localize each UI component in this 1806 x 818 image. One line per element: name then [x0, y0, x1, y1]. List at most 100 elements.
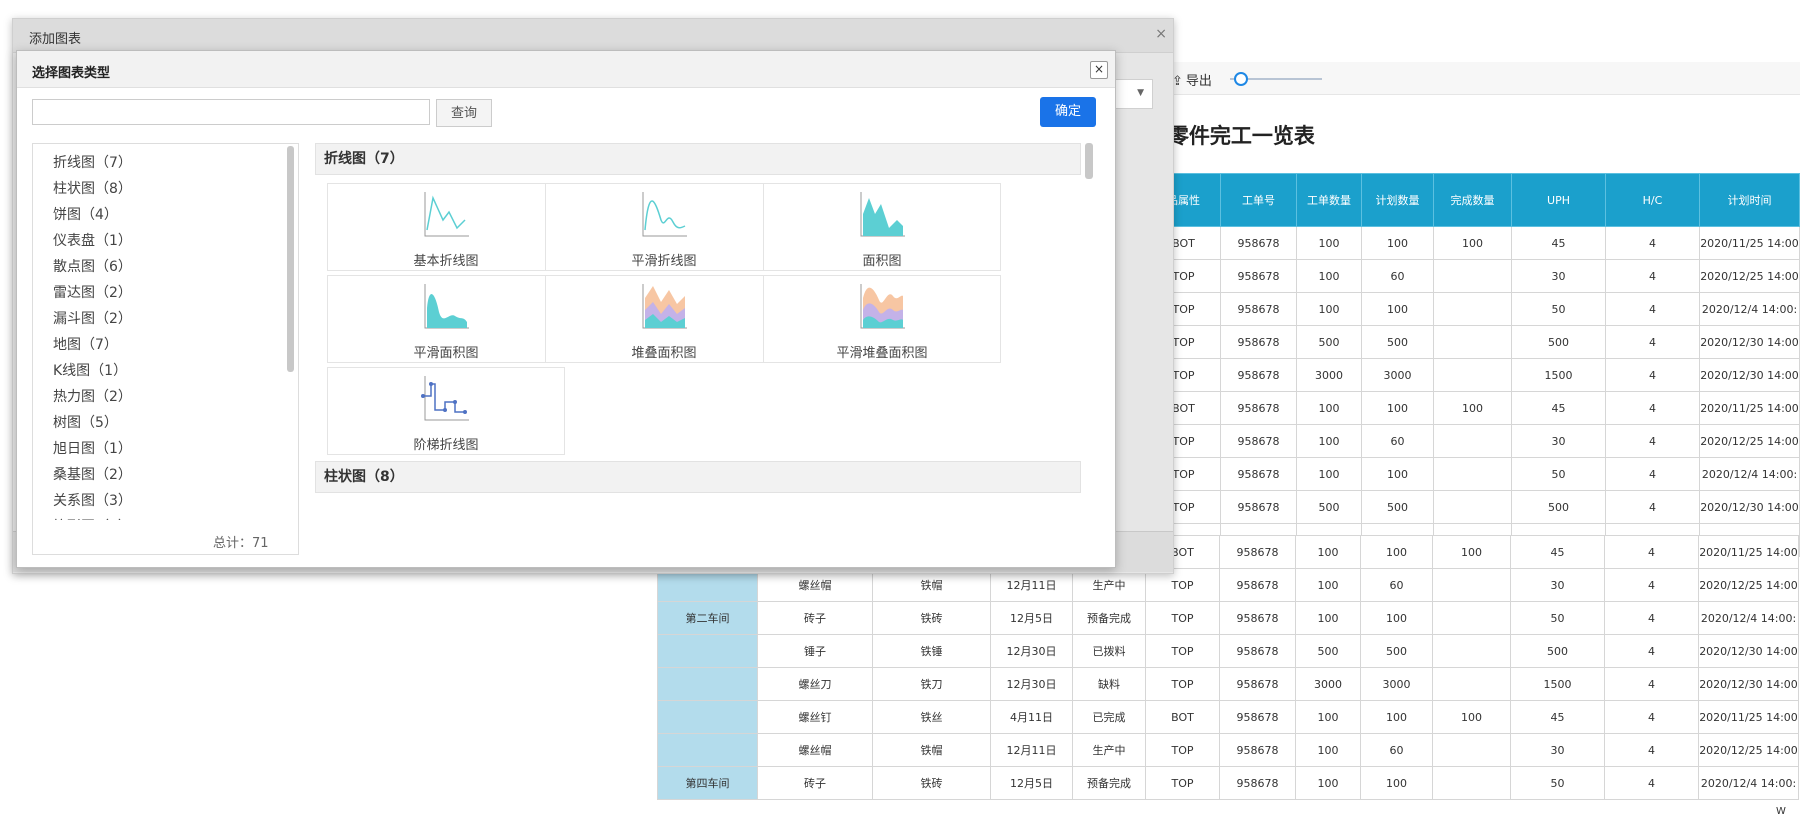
- table-cell: 4: [1604, 700, 1699, 734]
- table-cell: 958678: [1220, 226, 1297, 260]
- table-cell: 958678: [1219, 700, 1296, 734]
- table-cell: 60: [1361, 424, 1434, 458]
- table-cell: 2020/12/30 14:00: [1698, 634, 1799, 668]
- table-cell: [1433, 424, 1512, 458]
- table-cell: TOP: [1145, 766, 1220, 800]
- workshop-cell: [657, 733, 758, 767]
- table-cell: 铁帽: [872, 733, 991, 767]
- chart-type-list-item[interactable]: 饼图（4）: [33, 202, 283, 228]
- table-cell: 100: [1360, 700, 1433, 734]
- card-label: 面积图: [862, 254, 902, 269]
- export-button[interactable]: ⇪ 导出: [1172, 70, 1212, 89]
- table-cell: 100: [1296, 424, 1362, 458]
- table-cell: [1433, 325, 1512, 359]
- card-smooth-line[interactable]: 平滑折线图: [545, 183, 783, 271]
- table-cell: 12月11日: [990, 733, 1073, 767]
- table-cell: 2020/12/30 14:00: [1699, 358, 1800, 392]
- table-cell: 12月5日: [990, 766, 1073, 800]
- table-cell: 958678: [1219, 766, 1296, 800]
- table-cell: 100: [1295, 700, 1361, 734]
- chart-type-list-item[interactable]: 桑基图（2）: [33, 462, 283, 488]
- zoom-slider-handle[interactable]: [1234, 72, 1248, 86]
- table-cell: 50: [1510, 601, 1605, 635]
- table-cell: 100: [1361, 226, 1434, 260]
- card-area[interactable]: 面积图: [763, 183, 1001, 271]
- table-cell: 100: [1295, 733, 1361, 767]
- table-cell: [1432, 766, 1511, 800]
- table-cell: TOP: [1145, 634, 1220, 668]
- table-cell: 100: [1295, 568, 1361, 602]
- table-cell: 4: [1604, 766, 1699, 800]
- smooth-stacked-area-chart-icon: [860, 284, 905, 329]
- card-basic-line[interactable]: 基本折线图: [327, 183, 565, 271]
- gallery-scrollbar[interactable]: [1085, 143, 1093, 179]
- close-icon[interactable]: ×: [1090, 61, 1108, 79]
- workshop-cell: [657, 634, 758, 668]
- chart-type-list-item[interactable]: 漏斗图（2）: [33, 306, 283, 332]
- table-row: 螺丝刀 铁刀 12月30日 缺料 TOP 958678 3000 3000 1500 4 2020/…: [657, 667, 1799, 701]
- table-cell: 100: [1295, 535, 1361, 569]
- chart-type-list-item[interactable]: 树图（5）: [33, 410, 283, 436]
- workshop-cell: 第四车间: [657, 766, 758, 800]
- chart-search-input[interactable]: [32, 99, 430, 125]
- table-cell: 100: [1361, 391, 1434, 425]
- chart-type-list-item[interactable]: 散点图（6）: [33, 254, 283, 280]
- add-chart-dialog-header: 添加图表 ×: [13, 19, 1173, 53]
- chart-type-list-item[interactable]: 柱状图（8）: [33, 176, 283, 202]
- card-smooth-area[interactable]: 平滑面积图: [327, 275, 565, 363]
- chart-type-list-item[interactable]: 地图（7）: [33, 332, 283, 358]
- card-smooth-stacked-area[interactable]: 平滑堆叠面积图: [763, 275, 1001, 363]
- table-cell: 缺料: [1072, 667, 1146, 701]
- table-cell: 50: [1510, 766, 1605, 800]
- chart-type-list-item[interactable]: 旭日图（1）: [33, 436, 283, 462]
- table-cell: 2020/12/25 14:00: [1698, 733, 1799, 767]
- add-chart-close-icon[interactable]: ×: [1155, 26, 1167, 42]
- table-cell: 958678: [1220, 292, 1297, 326]
- card-step-line[interactable]: 阶梯折线图: [327, 367, 565, 455]
- card-label: 平滑堆叠面积图: [836, 346, 928, 361]
- table-cell: 2020/12/30 14:00: [1699, 325, 1800, 359]
- table-cell: 2020/12/30 14:00: [1698, 667, 1799, 701]
- table-cell: 铁砖: [872, 601, 991, 635]
- chart-type-list-item[interactable]: 仪表盘（1）: [33, 228, 283, 254]
- chart-type-list-item[interactable]: 雷达图（2）: [33, 280, 283, 306]
- table-cell: 4: [1605, 490, 1700, 524]
- table-cell: [1432, 568, 1511, 602]
- query-button[interactable]: 查询: [436, 99, 492, 127]
- table-cell: 4: [1605, 259, 1700, 293]
- smooth-area-chart-icon: [424, 284, 469, 329]
- column-header: 工单数量: [1296, 173, 1362, 227]
- basic-line-chart-icon: [424, 192, 469, 237]
- list-scrollbar[interactable]: [287, 146, 294, 372]
- table-cell: 958678: [1220, 358, 1297, 392]
- table-cell: 2020/11/25 14:00: [1698, 535, 1799, 569]
- table-cell: 500: [1510, 634, 1605, 668]
- table-cell: 100: [1296, 391, 1362, 425]
- chart-type-list-item[interactable]: 箱形图（2）: [33, 514, 283, 520]
- table-cell: 30: [1510, 568, 1605, 602]
- column-header: 完成数量: [1433, 173, 1512, 227]
- table-cell: 100: [1296, 226, 1362, 260]
- table-cell: 30: [1510, 733, 1605, 767]
- chart-type-list-item[interactable]: 热力图（2）: [33, 384, 283, 410]
- chart-type-list-item[interactable]: 关系图（3）: [33, 488, 283, 514]
- table-cell: [1432, 634, 1511, 668]
- table-cell: [1433, 358, 1512, 392]
- column-header: 工单号: [1220, 173, 1297, 227]
- total-count: 71: [252, 536, 269, 551]
- card-label: 基本折线图: [413, 254, 479, 269]
- confirm-button[interactable]: 确定: [1040, 97, 1096, 127]
- table-cell: 100: [1361, 292, 1434, 326]
- chart-type-list-item[interactable]: K线图（1）: [33, 358, 283, 384]
- table-row: TOP 958678 100 60 30 4 2020/12/25 14:00: [1146, 424, 1800, 458]
- table-cell: TOP: [1145, 601, 1220, 635]
- card-stacked-area[interactable]: 堆叠面积图: [545, 275, 783, 363]
- table-cell: 100: [1296, 259, 1362, 293]
- table-cell: 螺丝刀: [757, 667, 873, 701]
- table-cell: 已拨料: [1072, 634, 1146, 668]
- table-cell: 2020/12/4 14:00:: [1699, 292, 1800, 326]
- table-cell: 砖子: [757, 766, 873, 800]
- chart-type-list-item[interactable]: 折线图（7）: [33, 150, 283, 176]
- table-row: TOP 958678 500 500 500 4 2020/12/30 14:00: [1146, 490, 1800, 524]
- table-cell: 60: [1360, 733, 1433, 767]
